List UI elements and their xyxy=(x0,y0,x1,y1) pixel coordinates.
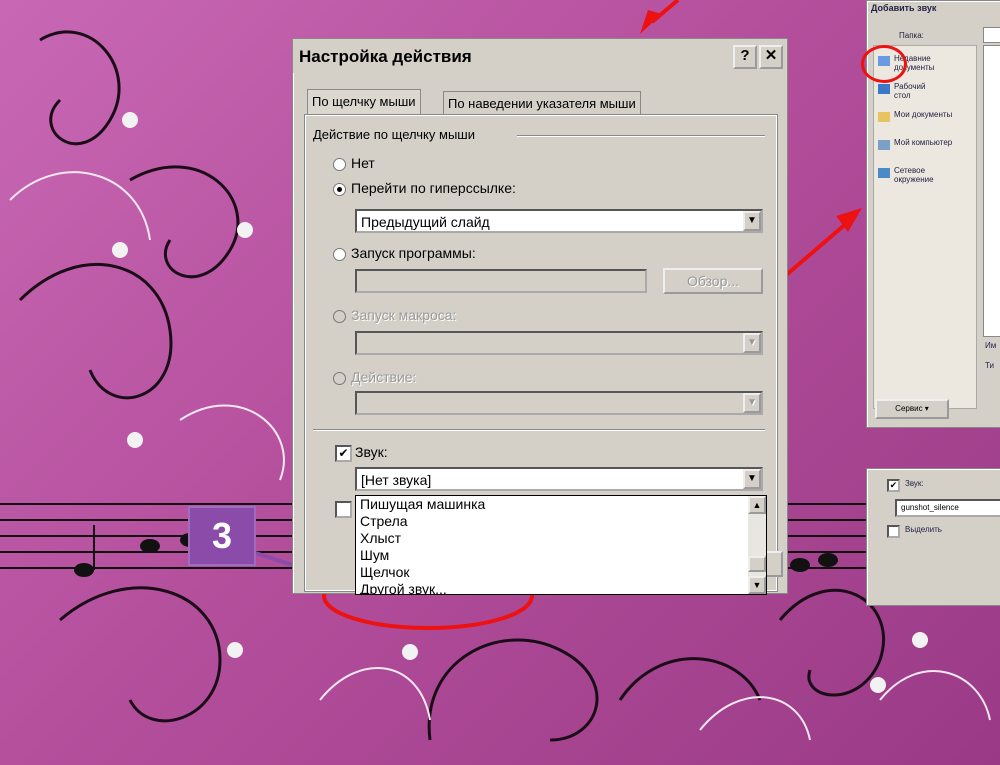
documents-icon xyxy=(878,112,890,122)
list-item-selected[interactable]: Другой звук... xyxy=(360,581,447,594)
chevron-down-icon[interactable]: ▼ xyxy=(743,393,761,413)
radio-macro[interactable] xyxy=(333,310,346,323)
section-divider xyxy=(313,429,765,431)
snippet-sound-checkbox[interactable]: ✔ xyxy=(887,479,900,492)
group-label: Действие по щелчку мыши xyxy=(313,127,475,142)
folder-label: Папка: xyxy=(899,31,924,40)
tab-mouse-click[interactable]: По щелчку мыши xyxy=(307,89,421,114)
dialog-title: Настройка действия xyxy=(299,47,472,66)
list-item[interactable]: Пишущая машинка xyxy=(360,496,485,512)
sound-checkbox-label: Звук: xyxy=(355,444,388,460)
service-button-label: Сервис xyxy=(895,404,923,413)
service-button[interactable]: Сервис ▾ xyxy=(875,399,949,419)
tab-label: По наведении указателя мыши xyxy=(448,96,636,111)
step-number-badge: 3 xyxy=(188,506,256,566)
close-button[interactable]: ✕ xyxy=(759,45,783,69)
browse-button[interactable]: Обзор... xyxy=(663,268,763,294)
radio-action[interactable] xyxy=(333,372,346,385)
network-icon xyxy=(878,168,890,178)
radio-none-label: Нет xyxy=(351,155,375,171)
scroll-thumb[interactable] xyxy=(748,556,766,572)
sound-select[interactable]: [Нет звука] ▼ xyxy=(355,467,763,491)
place-documents[interactable]: Мои документы xyxy=(894,110,964,119)
desktop-icon xyxy=(878,84,890,94)
snippet-sound-label: Звук: xyxy=(905,479,924,488)
radio-hyperlink-label: Перейти по гиперссылке: xyxy=(351,180,516,196)
action-settings-dialog: Настройка действия ? ✕ По щелчку мыши По… xyxy=(292,38,788,595)
action-select[interactable]: ▼ xyxy=(355,391,763,415)
group-divider xyxy=(517,135,765,137)
snippet-sound-select[interactable]: gunshot_silence xyxy=(895,499,1000,517)
list-item[interactable]: Хлыст xyxy=(360,530,401,546)
list-item[interactable]: Щелчок xyxy=(360,564,410,580)
scroll-down-icon[interactable]: ▼ xyxy=(748,576,766,594)
red-ellipse-marker xyxy=(861,45,907,83)
place-computer[interactable]: Мой компьютер xyxy=(894,138,964,147)
highlight-checkbox[interactable] xyxy=(335,501,352,518)
filetype-label: Ти xyxy=(985,361,995,370)
title-bar: Настройка действия ? ✕ xyxy=(293,39,787,73)
hyperlink-select-value: Предыдущий слайд xyxy=(361,214,490,230)
scroll-up-icon[interactable]: ▲ xyxy=(748,496,766,514)
radio-hyperlink[interactable] xyxy=(333,183,346,196)
place-desktop[interactable]: Рабочий стол xyxy=(894,82,938,100)
computer-icon xyxy=(878,140,890,150)
add-sound-title: Добавить звук xyxy=(871,3,937,13)
hyperlink-select[interactable]: Предыдущий слайд ▼ xyxy=(355,209,763,233)
add-sound-dialog: Добавить звук Папка: Недавние документы … xyxy=(861,0,1000,428)
radio-program[interactable] xyxy=(333,248,346,261)
list-scrollbar[interactable]: ▲ ▼ xyxy=(748,496,766,594)
sound-select-value: [Нет звука] xyxy=(361,472,432,488)
sound-panel-snippet: ✔ Звук: gunshot_silence Выделить xyxy=(866,468,1000,606)
sound-dropdown-list[interactable]: Пишущая машинка Стрела Хлыст Шум Щелчок … xyxy=(355,495,767,595)
radio-macro-label: Запуск макроса: xyxy=(351,307,457,323)
chevron-down-icon[interactable]: ▼ xyxy=(743,333,761,353)
radio-program-label: Запуск программы: xyxy=(351,245,476,261)
tab-label: По щелчку мыши xyxy=(312,94,416,109)
snippet-highlight-checkbox[interactable] xyxy=(887,525,900,538)
radio-action-label: Действие: xyxy=(351,369,417,385)
place-network[interactable]: Сетевое окружение xyxy=(894,166,964,184)
list-item[interactable]: Стрела xyxy=(360,513,408,529)
program-path-input[interactable] xyxy=(355,269,647,293)
places-bar: Недавние документы Рабочий стол Мои доку… xyxy=(873,45,977,409)
tab-mouse-over[interactable]: По наведении указателя мыши xyxy=(443,91,641,114)
list-item[interactable]: Шум xyxy=(360,547,389,563)
radio-none[interactable] xyxy=(333,158,346,171)
file-list[interactable] xyxy=(983,45,1000,337)
snippet-sound-value: gunshot_silence xyxy=(901,503,959,512)
help-button[interactable]: ? xyxy=(733,45,757,69)
chevron-down-icon[interactable]: ▼ xyxy=(743,469,761,489)
sound-checkbox[interactable]: ✔ xyxy=(335,445,352,462)
chevron-down-icon[interactable]: ▼ xyxy=(743,211,761,231)
filename-label: Им xyxy=(985,341,997,350)
macro-select[interactable]: ▼ xyxy=(355,331,763,355)
folder-select[interactable] xyxy=(983,27,1000,43)
snippet-highlight-label: Выделить xyxy=(905,525,942,534)
